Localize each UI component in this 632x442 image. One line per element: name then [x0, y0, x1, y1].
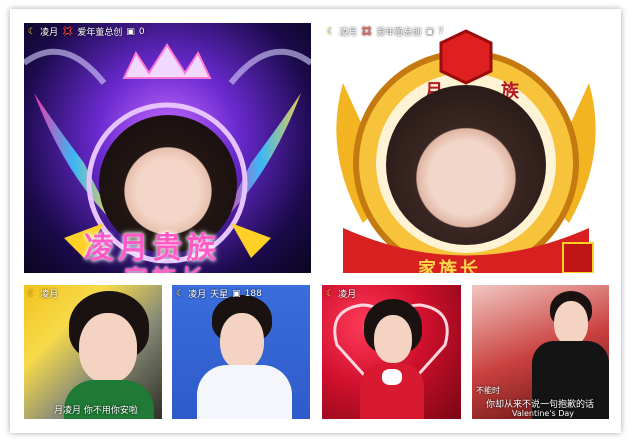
face [554, 301, 588, 345]
tile-6-caption-top: 不能时 [476, 386, 500, 395]
photo-tile-4[interactable]: ☾ 凌月 天星 ▣ 188 [172, 285, 310, 419]
moon-icon: ☾ [327, 26, 336, 37]
tile-3-hud: ☾ 凌月 [28, 288, 59, 301]
tile-1-hud: ☾ 凌月 💢 爱年董总创 ▣ 0 [28, 26, 145, 39]
face [79, 313, 137, 383]
face [220, 313, 264, 369]
moon-icon: ☾ [326, 288, 335, 299]
avatar-tile-2[interactable]: 月 族 ☾ 凌月 💢 爱年董总创 ▣ 7 家族长 [323, 23, 609, 273]
tile-2-hud: ☾ 凌月 💢 爱年董总创 ▣ 7 [327, 26, 444, 39]
gem-icon [439, 29, 493, 85]
gift-icon: ▣ [425, 26, 434, 37]
face [374, 315, 412, 363]
photo-tile-6[interactable]: 不能时 你却从来不说一句抱歉的话 Valentine's Day [472, 285, 609, 419]
tile-6-caption-bottom: Valentine's Day [512, 409, 575, 418]
moon-icon: ☾ [28, 26, 37, 37]
moon-icon: ☾ [176, 288, 185, 299]
tile-2-bottom-label: 家族长 [418, 259, 481, 273]
crown-icon [122, 43, 212, 79]
photo-tile-3[interactable]: ☾ 凌月 月凌月 你不用你安啦 [24, 285, 162, 419]
photo-tile-5[interactable]: ☾ 凌月 [322, 285, 461, 419]
gift-icon: ▣ [232, 288, 241, 299]
gift-icon: ▣ [126, 26, 135, 37]
tile-3-caption: 月凌月 你不用你安啦 [54, 406, 138, 416]
avatar-photo [386, 85, 546, 245]
bow [382, 369, 402, 385]
tile-1-subtitle: 家族长 [124, 259, 208, 273]
hoodie [197, 365, 292, 419]
moon-icon: ☾ [28, 288, 37, 299]
tile-4-hud: ☾ 凌月 天星 ▣ 188 [176, 288, 262, 301]
collage-frame: ☾ 凌月 💢 爱年董总创 ▣ 0 凌月贵族 家族长 月 族 ☾ 凌月 💢 爱年董… [10, 9, 621, 433]
avatar-tile-1[interactable]: ☾ 凌月 💢 爱年董总创 ▣ 0 凌月贵族 家族长 [24, 23, 311, 273]
tile-5-hud: ☾ 凌月 [326, 288, 357, 301]
